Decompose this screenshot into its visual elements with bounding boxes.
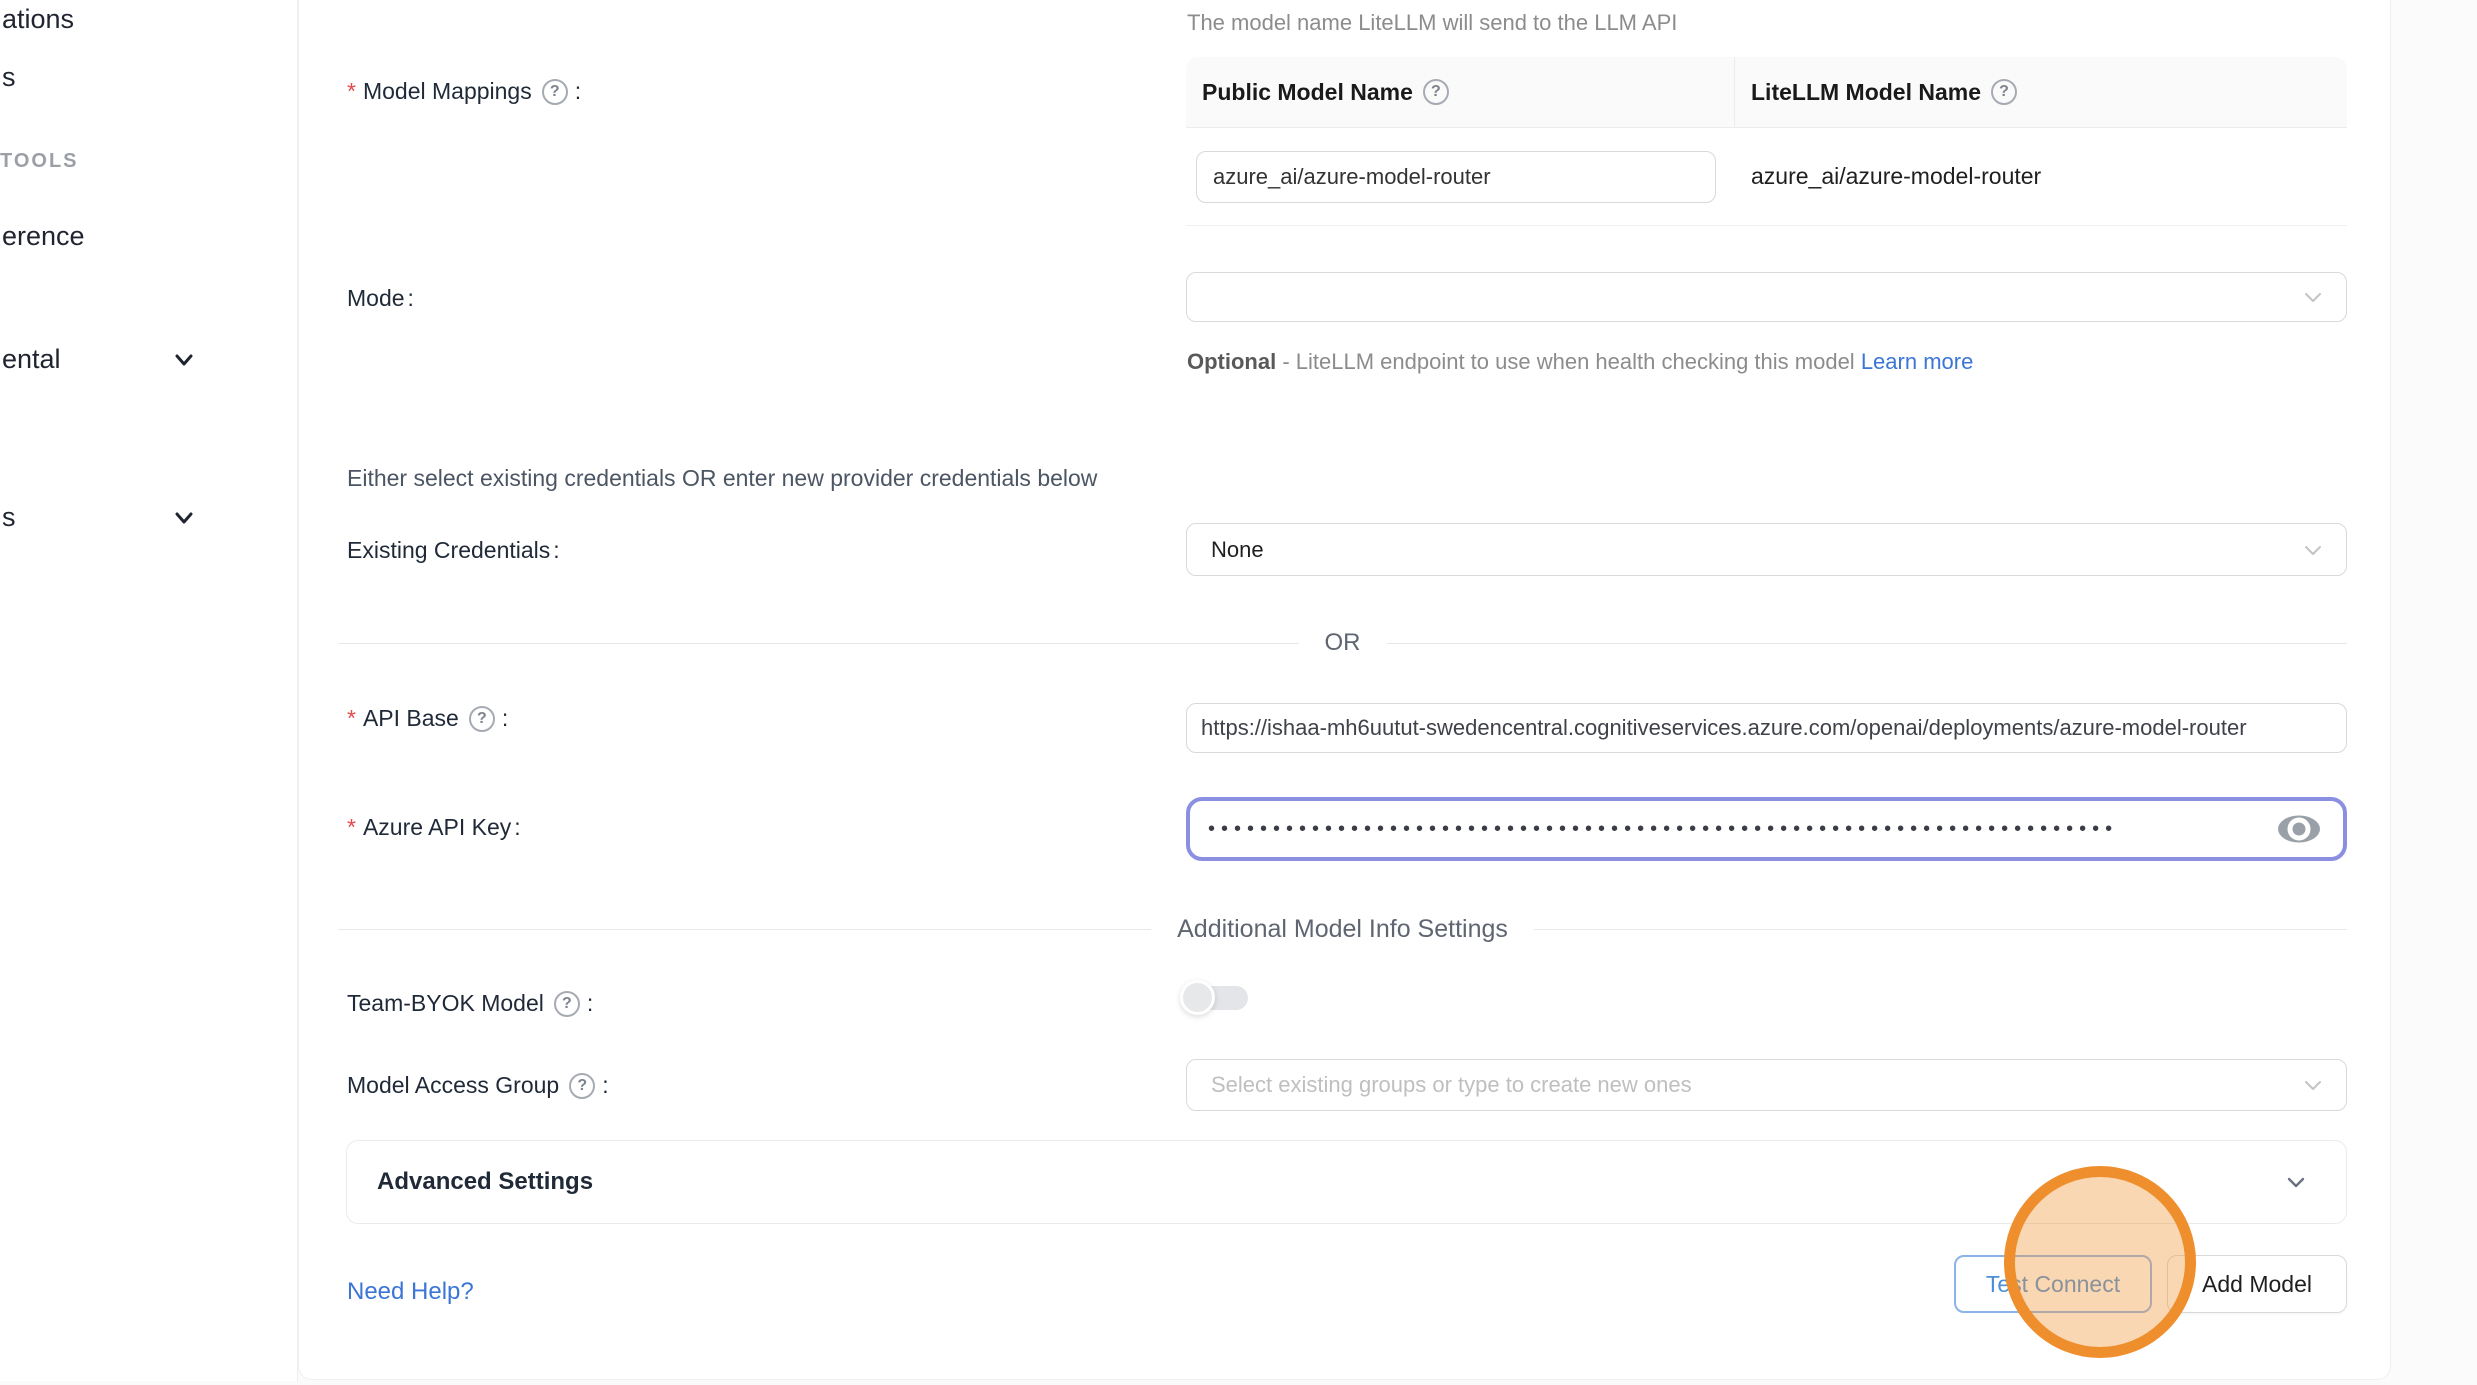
help-icon[interactable]: ? bbox=[554, 991, 580, 1017]
table-row: azure_ai/azure-model-router bbox=[1186, 128, 2347, 226]
toggle-knob bbox=[1180, 980, 1215, 1015]
add-model-button[interactable]: Add Model bbox=[2167, 1255, 2347, 1313]
existing-credentials-select[interactable]: None bbox=[1186, 523, 2347, 576]
or-divider-text: OR bbox=[1325, 629, 1361, 657]
sidebar-item-label: s bbox=[2, 62, 16, 92]
azure-api-key-label: * Azure API Key : bbox=[347, 814, 521, 841]
page-background-strip bbox=[0, 1381, 2477, 1385]
sidebar-item-label: s bbox=[2, 502, 16, 532]
sidebar-item-label: ations bbox=[2, 4, 74, 34]
credentials-note: Either select existing credentials OR en… bbox=[347, 465, 1097, 492]
mode-label: Mode : bbox=[347, 285, 414, 312]
sidebar-section-tools: TOOLS bbox=[0, 150, 79, 173]
column-header-litellm-model-name: LiteLLM Model Name ? bbox=[1734, 57, 2347, 127]
chevron-down-icon bbox=[170, 504, 198, 532]
add-model-page: ations s TOOLS erence ental s The model … bbox=[0, 0, 2477, 1385]
toggle-password-visibility-button[interactable] bbox=[2277, 814, 2321, 844]
or-divider: OR bbox=[338, 628, 2347, 658]
need-help-link[interactable]: Need Help? bbox=[347, 1278, 474, 1306]
advanced-settings-panel[interactable]: Advanced Settings bbox=[346, 1140, 2347, 1224]
column-header-public-model-name: Public Model Name ? bbox=[1186, 57, 1734, 127]
existing-credentials-label: Existing Credentials : bbox=[347, 537, 560, 564]
required-asterisk: * bbox=[347, 814, 356, 841]
chevron-down-icon bbox=[2282, 1168, 2310, 1196]
sidebar-item-settings[interactable]: s bbox=[2, 502, 16, 533]
mode-help-text: Optional - LiteLLM endpoint to use when … bbox=[1187, 342, 2007, 382]
sidebar: ations s TOOLS erence ental s bbox=[0, 0, 298, 1385]
required-asterisk: * bbox=[347, 705, 356, 732]
required-asterisk: * bbox=[347, 78, 356, 105]
sidebar-section-label: TOOLS bbox=[0, 150, 79, 172]
help-icon[interactable]: ? bbox=[469, 706, 495, 732]
api-base-label: * API Base ? : bbox=[347, 705, 508, 732]
model-mappings-table: Public Model Name ? LiteLLM Model Name ?… bbox=[1186, 57, 2347, 226]
model-mappings-label: * Model Mappings ? : bbox=[347, 78, 581, 105]
sidebar-item-label: erence bbox=[2, 221, 85, 251]
sidebar-item-experimental[interactable]: ental bbox=[2, 344, 61, 375]
help-icon[interactable]: ? bbox=[569, 1073, 595, 1099]
existing-credentials-value: None bbox=[1211, 537, 1264, 563]
team-byok-label: Team-BYOK Model ? : bbox=[347, 990, 593, 1017]
learn-more-link[interactable]: Learn more bbox=[1861, 349, 1974, 374]
test-connect-button[interactable]: Test Connect bbox=[1954, 1255, 2152, 1313]
api-base-input[interactable] bbox=[1186, 703, 2347, 753]
litellm-model-name-help-text: The model name LiteLLM will send to the … bbox=[1187, 10, 1677, 36]
additional-model-info-divider-text: Additional Model Info Settings bbox=[1177, 915, 1508, 944]
sidebar-item-label: ental bbox=[2, 344, 61, 374]
mode-select[interactable] bbox=[1186, 272, 2347, 322]
advanced-settings-title: Advanced Settings bbox=[377, 1168, 2282, 1196]
team-byok-toggle[interactable] bbox=[1180, 980, 1250, 1016]
litellm-model-name-value: azure_ai/azure-model-router bbox=[1734, 163, 2347, 190]
table-header-row: Public Model Name ? LiteLLM Model Name ? bbox=[1186, 57, 2347, 128]
azure-api-key-input[interactable]: ••••••••••••••••••••••••••••••••••••••••… bbox=[1186, 797, 2347, 861]
help-icon[interactable]: ? bbox=[1423, 79, 1449, 105]
help-icon[interactable]: ? bbox=[1991, 79, 2017, 105]
model-access-group-select[interactable]: Select existing groups or type to create… bbox=[1186, 1059, 2347, 1111]
chevron-down-icon bbox=[2300, 284, 2326, 310]
sidebar-item-inference[interactable]: erence bbox=[2, 221, 85, 252]
chevron-down-icon bbox=[2300, 537, 2326, 563]
eye-icon bbox=[2277, 814, 2321, 844]
masked-api-key-value: ••••••••••••••••••••••••••••••••••••••••… bbox=[1208, 819, 2113, 839]
additional-model-info-divider: Additional Model Info Settings bbox=[338, 914, 2347, 944]
sidebar-item-organizations[interactable]: ations bbox=[2, 4, 74, 35]
chevron-down-icon bbox=[170, 346, 198, 374]
model-access-group-placeholder: Select existing groups or type to create… bbox=[1211, 1072, 1692, 1098]
help-icon[interactable]: ? bbox=[542, 79, 568, 105]
chevron-down-icon bbox=[2300, 1072, 2326, 1098]
sidebar-item-models[interactable]: s bbox=[2, 62, 16, 93]
public-model-name-input[interactable] bbox=[1196, 151, 1716, 203]
model-access-group-label: Model Access Group ? : bbox=[347, 1072, 609, 1099]
